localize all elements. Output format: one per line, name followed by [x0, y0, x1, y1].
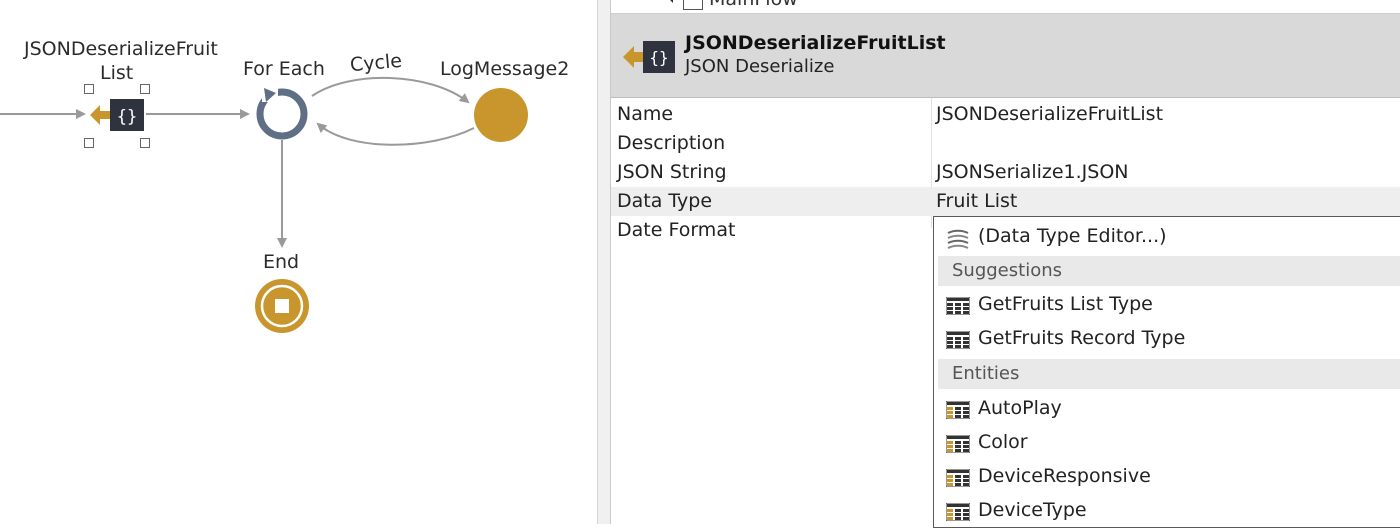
menu-item-label: GetFruits List Type	[978, 293, 1153, 315]
expand-triangle-icon[interactable]	[659, 0, 673, 3]
list-item[interactable]: Color	[934, 426, 1400, 460]
list-item[interactable]: GetFruits Record Type	[934, 322, 1400, 356]
menu-item-label: AutoPlay	[978, 397, 1062, 419]
data-type-editor-icon	[947, 229, 969, 249]
deserialize-node-label-line1: JSONDeserializeFruit	[24, 38, 218, 60]
panel-splitter[interactable]	[597, 0, 611, 524]
return-connector	[316, 122, 475, 146]
svg-text:{}: {}	[117, 107, 137, 127]
property-label: Data Type	[617, 190, 713, 212]
entity-grid-icon	[946, 435, 970, 453]
json-deserialize-icon: {}	[623, 41, 675, 73]
property-row-name[interactable]: Name JSONDeserializeFruitList	[611, 100, 1400, 129]
foreach-node-label: For Each	[243, 58, 325, 80]
svg-text:{}: {}	[649, 48, 668, 67]
tree-item-mainflow[interactable]: MainFlow	[709, 0, 798, 10]
data-type-input[interactable]: Fruit List	[936, 190, 1017, 212]
menu-item-label: (Data Type Editor...)	[978, 225, 1167, 247]
selection-handle[interactable]	[140, 138, 150, 148]
property-label: JSON String	[617, 161, 727, 183]
menu-item-label: GetFruits Record Type	[978, 327, 1186, 349]
selection-handle[interactable]	[140, 84, 150, 94]
section-header-entities: Entities	[938, 359, 1400, 389]
property-row-description[interactable]: Description	[611, 129, 1400, 158]
list-item[interactable]: DeviceResponsive	[934, 460, 1400, 494]
cycle-label: Cycle	[349, 49, 403, 77]
flow-canvas[interactable]: JSONDeserializeFruit List {} For Each Cy…	[0, 0, 597, 524]
data-type-editor-item[interactable]: (Data Type Editor...)	[934, 220, 1400, 254]
section-label: Suggestions	[952, 260, 1062, 281]
property-label: Description	[617, 132, 726, 154]
cycle-connector	[311, 76, 470, 104]
selection-handle[interactable]	[84, 138, 94, 148]
entity-grid-icon	[946, 503, 970, 521]
tree-strip: MainFlow	[611, 0, 1400, 14]
menu-item-label: Color	[978, 431, 1028, 453]
end-node-label: End	[263, 251, 300, 273]
list-item[interactable]: GetFruits List Type	[934, 288, 1400, 322]
property-row-json-string[interactable]: JSON String JSONSerialize1.JSON	[611, 158, 1400, 187]
entity-grid-icon	[946, 469, 970, 487]
property-value[interactable]: JSONSerialize1.JSON	[936, 161, 1129, 183]
folder-icon	[683, 0, 703, 10]
section-header-suggestions: Suggestions	[938, 256, 1400, 286]
logmessage-node-label: LogMessage2	[440, 58, 570, 80]
property-value[interactable]: JSONDeserializeFruitList	[936, 103, 1163, 125]
json-deserialize-icon: {}	[90, 99, 144, 131]
entity-grid-icon	[946, 401, 970, 419]
property-label: Date Format	[617, 219, 736, 241]
foreach-cycle-icon[interactable]	[252, 84, 312, 144]
property-row-data-type[interactable]: Data Type Fruit List	[611, 187, 1400, 216]
element-type: JSON Deserialize	[685, 56, 835, 77]
logmessage-node[interactable]	[474, 88, 528, 142]
element-title: JSONDeserializeFruitList	[685, 32, 946, 54]
end-stop-icon[interactable]	[254, 278, 310, 334]
list-item[interactable]: AutoPlay	[934, 392, 1400, 426]
section-label: Entities	[952, 363, 1020, 384]
properties-header: {} JSONDeserializeFruitList JSON Deseria…	[611, 14, 1400, 98]
list-item[interactable]: DeviceType	[934, 494, 1400, 528]
structure-grid-icon	[946, 297, 970, 315]
menu-item-label: DeviceResponsive	[978, 465, 1151, 487]
selection-handle[interactable]	[84, 84, 94, 94]
property-label: Name	[617, 103, 674, 125]
menu-item-label: DeviceType	[978, 499, 1087, 521]
structure-grid-icon	[946, 331, 970, 349]
data-type-dropdown[interactable]: (Data Type Editor...) Suggestions GetFru…	[933, 216, 1400, 528]
deserialize-node[interactable]: {}	[80, 80, 156, 152]
